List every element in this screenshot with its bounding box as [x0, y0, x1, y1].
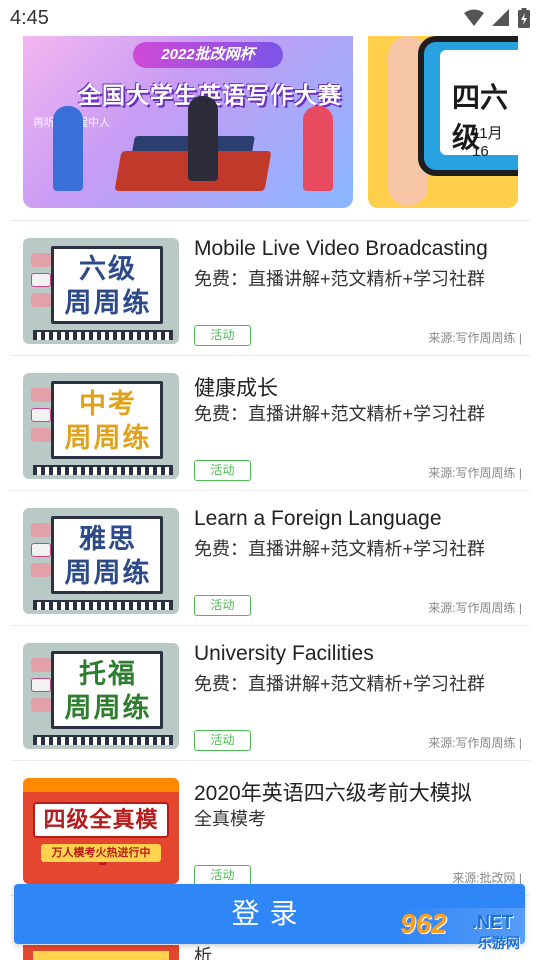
watermark-logo: 962 — [400, 908, 447, 939]
course-thumbnail: 六级 周周练 — [23, 238, 179, 344]
thumbnail-keyboard — [33, 465, 173, 475]
thumbnail-text-line: 六级 — [79, 254, 137, 284]
list-item[interactable]: 托福周周练 University Facilities 免费：直播讲解+范文精析… — [10, 626, 530, 761]
thumbnail-text-line: 周周练 — [64, 423, 152, 453]
thumbnail-text-line: 周周练 — [64, 558, 152, 588]
thumbnail-text: 雅思 周周练 — [53, 522, 163, 590]
activity-tag: 活动 — [194, 595, 251, 616]
graduate-illustration — [188, 96, 218, 181]
thumbnail-tag: 万人模考火热进行中 — [41, 844, 161, 862]
course-thumbnail: 托福 周周练 — [23, 643, 179, 749]
thumbnail-rail — [31, 253, 53, 307]
banner-date: 11月16 — [472, 125, 503, 160]
source-separator: | — [515, 736, 522, 750]
thumbnail-text: 托福 周周练 — [53, 657, 163, 725]
course-thumbnail: 中考 周周练 — [23, 373, 179, 479]
banner-cet-exam[interactable]: 四六级 11月16 — [368, 36, 518, 208]
watermark-net: .NET — [472, 912, 514, 932]
course-source: 来源:写作周周练 | — [428, 736, 522, 750]
thumbnail-text-line: 周周练 — [64, 288, 152, 318]
list-item[interactable]: 中考周周练 健康成长 免费：直播讲解+范文精析+学习社群 活动 来源:写作周周练… — [10, 356, 530, 491]
thumbnail-rail — [31, 658, 53, 712]
source-separator: | — [515, 601, 522, 615]
signal-icon — [492, 9, 509, 26]
course-source: 来源:写作周周练 | — [428, 466, 522, 480]
course-thumbnail: 四级全真模考 万人模考火热进行中 — [23, 778, 179, 884]
source-separator: | — [515, 331, 522, 345]
course-title: 2020年英语四六级考前大模拟 — [194, 782, 472, 805]
thumbnail-stripe — [23, 778, 179, 792]
thumbnail-text: 四级全真模考 — [43, 807, 159, 868]
source-separator: | — [515, 871, 522, 885]
battery-icon — [518, 8, 530, 28]
course-thumbnail: 雅思 周周练 — [23, 508, 179, 614]
course-subtitle: 免费：直播讲解+范文精析+学习社群 — [194, 539, 486, 559]
thumbnail-keyboard — [33, 600, 173, 610]
course-source: 来源:写作周周练 | — [428, 331, 522, 345]
thumbnail-text-line: 中考 — [79, 389, 137, 419]
list-item[interactable]: 雅思周周练 Learn a Foreign Language 免费：直播讲解+范… — [10, 491, 530, 626]
student-illustration — [303, 106, 333, 191]
list-item[interactable]: 四级全真模考 万人模考火热进行中 2020年英语四六级考前大模拟 全真模考 活动… — [10, 761, 530, 896]
student-illustration — [53, 106, 83, 191]
activity-tag: 活动 — [194, 730, 251, 751]
source-separator: | — [515, 466, 522, 480]
status-bar: 4:45 — [0, 0, 540, 36]
course-subtitle: 免费：直播讲解+范文精析+学习社群 — [194, 404, 486, 424]
status-icons — [464, 8, 530, 28]
thumbnail-rail — [31, 388, 53, 442]
banner-writing-contest[interactable]: 2022批改网杯 全国大学生英语写作大赛 再听已是程中人 — [23, 36, 353, 208]
watermark-sub: 乐游网 — [478, 935, 520, 951]
thumbnail-text: 中考 周周练 — [53, 387, 163, 455]
thumbnail-text: 六级 周周练 — [53, 252, 163, 320]
course-title-peek: 析 — [194, 946, 212, 960]
list-item[interactable]: 六级周周练 Mobile Live Video Broadcasting 免费：… — [10, 221, 530, 356]
course-thumbnail-peek — [23, 945, 179, 960]
course-source: 来源:写作周周练 | — [428, 601, 522, 615]
course-list: 六级周周练 Mobile Live Video Broadcasting 免费：… — [10, 221, 530, 896]
wifi-icon — [464, 9, 484, 26]
activity-tag: 活动 — [194, 325, 251, 346]
thumbnail-text-line: 周周练 — [64, 693, 152, 723]
course-title: University Facilities — [194, 642, 374, 665]
course-title: Learn a Foreign Language — [194, 507, 442, 530]
banner-carousel[interactable]: 2022批改网杯 全国大学生英语写作大赛 再听已是程中人 四六级 11月16 — [0, 36, 540, 212]
activity-tag: 活动 — [194, 865, 251, 886]
course-subtitle: 免费：直播讲解+范文精析+学习社群 — [194, 269, 486, 289]
activity-tag: 活动 — [194, 460, 251, 481]
status-time: 4:45 — [10, 6, 49, 29]
thumbnail-rail — [31, 523, 53, 577]
thumbnail-text-line: 雅思 — [79, 524, 137, 554]
site-watermark: 962 .NET 乐游网 — [400, 908, 532, 954]
course-subtitle: 免费：直播讲解+范文精析+学习社群 — [194, 674, 486, 694]
thumbnail-keyboard — [33, 735, 173, 745]
course-title: Mobile Live Video Broadcasting — [194, 237, 488, 260]
course-title: 健康成长 — [194, 377, 278, 400]
thumbnail-text-line: 托福 — [79, 659, 137, 689]
banner-pill: 2022批改网杯 — [133, 42, 283, 68]
course-subtitle: 全真模考 — [194, 809, 266, 829]
thumbnail-keyboard — [33, 330, 173, 340]
